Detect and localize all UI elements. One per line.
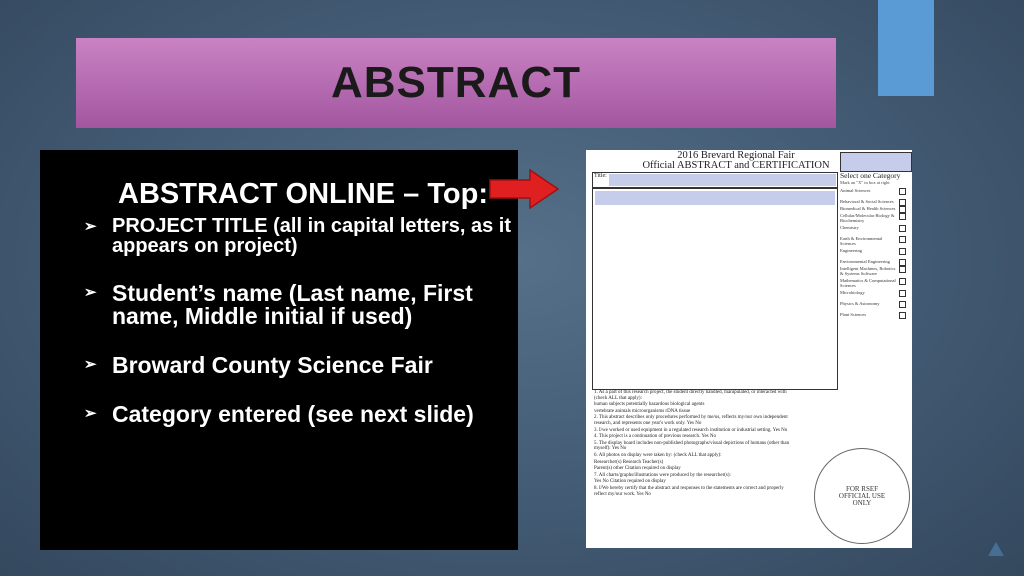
form-statement: 3. I/we worked or used equipment in a re… [594,427,788,433]
official-use-seal: FOR RSEF OFFICIAL USE ONLY [814,448,910,544]
form-statement: 7. All charts/graphs/illustrations were … [594,472,731,478]
category-checkbox [899,206,906,213]
category-item: Animal Sciences [840,188,910,195]
form-title: 2016 Brevard Regional Fair Official ABST… [626,150,846,171]
slide-title: ABSTRACT [331,58,581,107]
category-checkbox [899,312,906,319]
category-checkbox [899,278,906,285]
category-label: Intelligent Machines, Robotics & Systems… [840,266,896,276]
bullet-item: ➢ Broward County Science Fair [80,354,512,377]
category-label: Physics & Astronomy [840,301,880,306]
category-item: Behavioral & Social Sciences [840,199,910,206]
category-label: Cellular/Molecular Biology & Biochemistr… [840,213,895,223]
category-list: Animal Sciences Behavioral & Social Scien… [840,188,910,323]
bullet-text: Category entered (see next slide) [112,401,474,427]
seal-text: FOR RSEF OFFICIAL USE ONLY [838,484,886,507]
arrow-bullet-icon: ➢ [84,284,97,301]
form-statement: Researcher(s) Research Teacher(s) [594,459,664,465]
category-item: Cellular/Molecular Biology & Biochemistr… [840,213,910,223]
category-label: Animal Sciences [840,188,871,193]
abstract-form-image: 2016 Brevard Regional Fair Official ABST… [586,150,912,548]
category-note: Mark an "X" in box at right [840,180,890,185]
category-checkbox [899,290,906,297]
category-label: Biomedical & Health Sciences [840,206,896,211]
title-band: ABSTRACT [76,38,836,128]
category-checkbox [899,301,906,308]
category-label: Chemistry [840,225,859,230]
form-statement: 8. I/We hereby certify that the abstract… [594,485,784,497]
form-statement: 5. The display board includes non-publis… [594,440,790,452]
category-item: Intelligent Machines, Robotics & Systems… [840,266,910,276]
bullet-text: Student’s name (Last name, First name, M… [112,280,473,329]
corner-triangle-icon [988,542,1004,556]
category-label: Behavioral & Social Sciences [840,199,894,204]
form-title-line2: Official ABSTRACT and CERTIFICATION [642,160,830,171]
form-statement: 6. All photos on display were taken by: … [594,452,722,458]
category-label: Microbiology [840,290,865,295]
form-statement: vertebrate animals microorganisms rDNA t… [594,408,691,414]
arrow-bullet-icon: ➢ [84,405,97,422]
category-label: Environmental Engineering [840,259,890,264]
category-item: Biomedical & Health Sciences [840,206,910,213]
category-heading: Select one Category [840,171,901,180]
registration-box [840,152,912,172]
form-statement: 2. This abstract describes only procedur… [594,415,788,426]
category-label: Plant Sciences [840,312,867,317]
form-statement: 4. This project is a continuation of pre… [594,434,716,440]
form-title-field: Title: [592,172,838,188]
accent-bar [878,0,934,96]
bullet-item: ➢ Student’s name (Last name, First name, … [80,282,512,328]
title-field-label: Title: [594,173,607,179]
category-item: Earth & Environmental Sciences [840,236,910,246]
category-label: Earth & Environmental Sciences [840,236,883,246]
content-panel: ABSTRACT ONLINE – Top: ➢ PROJECT TITLE (a… [40,150,518,550]
form-statement: Yes No Citation required on display [594,479,666,485]
category-checkbox [899,188,906,195]
bullet-item: ➢ Category entered (see next slide) [80,403,512,426]
arrow-bullet-icon: ➢ [84,218,97,235]
form-statement: 1. As a part of this research project, t… [594,390,787,401]
category-checkbox [899,266,906,273]
bullet-text: PROJECT TITLE (all in capital letters, a… [112,215,511,257]
bullet-item: ➢ PROJECT TITLE (all in capital letters, … [80,216,512,256]
category-checkbox [899,213,906,220]
category-item: Environmental Engineering [840,259,910,266]
category-checkbox [899,225,906,232]
statement-list: 1. As a part of this research project, t… [594,390,794,498]
form-statement: human subjects potentially hazardous bio… [594,402,705,408]
bullet-text: Broward County Science Fair [112,352,433,378]
category-checkbox [899,236,906,243]
category-item: Mathematics & Computational Sciences [840,278,910,288]
category-item: Engineering [840,248,910,255]
bullet-list: ➢ PROJECT TITLE (all in capital letters, … [80,216,512,426]
category-item: Physics & Astronomy [840,301,910,308]
category-label: Mathematics & Computational Sciences [840,278,896,288]
red-arrow-icon [489,168,560,210]
category-item: Plant Sciences [840,312,910,319]
category-checkbox [899,199,906,206]
abstract-text-area [592,188,838,390]
panel-heading: ABSTRACT ONLINE – Top: [118,178,488,210]
category-checkbox [899,259,906,266]
category-checkbox [899,248,906,255]
category-item: Microbiology [840,290,910,297]
title-field-fill [609,174,836,186]
category-item: Chemistry [840,225,910,232]
form-statement: Parent(s) other Citation required on dis… [594,466,681,472]
abstract-text-fill [595,191,835,205]
arrow-bullet-icon: ➢ [84,356,97,373]
category-label: Engineering [840,248,862,253]
